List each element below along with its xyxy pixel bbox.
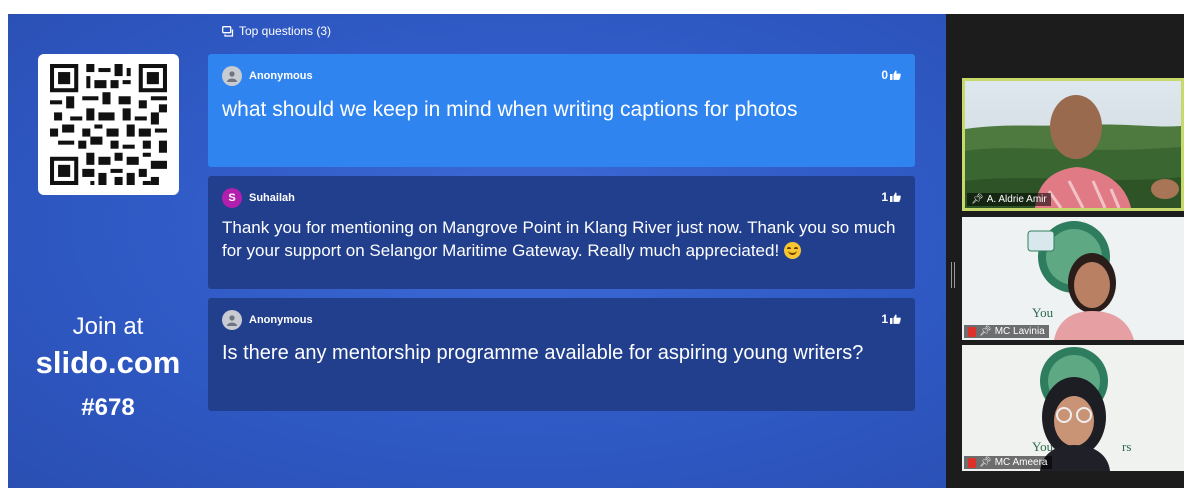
svg-text:rs: rs xyxy=(1122,439,1131,454)
participant-name-tag: 📌︎ A. Aldrie Amir xyxy=(967,193,1051,206)
question-text: what should we keep in mind when writing… xyxy=(222,98,798,121)
anonymous-avatar-icon xyxy=(222,66,242,86)
pin-icon: 📌︎ xyxy=(971,194,984,205)
like-count-value: 1 xyxy=(881,312,888,326)
participant-name-tag: 📌︎ MC Ameera xyxy=(964,456,1052,469)
like-count[interactable]: 0 xyxy=(881,68,901,82)
thumbs-up-icon xyxy=(890,70,901,80)
participant-video-tile[interactable]: You 📌︎ MC Lavinia xyxy=(962,217,1184,340)
top-questions-label: Top questions (3) xyxy=(239,24,332,38)
participant-video-tile[interactable]: You rs 📌︎ MC Ameera xyxy=(962,345,1184,471)
participant-video: You xyxy=(962,217,1184,340)
qr-code xyxy=(38,54,179,195)
author-name: Anonymous xyxy=(249,314,313,326)
participant-video-tile[interactable]: 📌︎ A. Aldrie Amir xyxy=(962,78,1184,211)
pin-icon: 📌︎ xyxy=(979,326,992,337)
author-name: Anonymous xyxy=(249,70,313,82)
participant-name: MC Ameera xyxy=(994,457,1048,468)
participant-name: MC Lavinia xyxy=(994,326,1045,337)
participant-video: You rs xyxy=(962,345,1184,471)
question-card[interactable]: S Suhailah 1 Thank you for mentioning on… xyxy=(208,176,915,289)
question-author: Anonymous xyxy=(222,310,313,330)
participant-name: A. Aldrie Amir xyxy=(986,194,1047,205)
author-avatar: S xyxy=(222,188,242,208)
question-author: Anonymous xyxy=(222,66,313,86)
author-name: Suhailah xyxy=(249,192,295,204)
anonymous-avatar-icon xyxy=(222,310,242,330)
question-author: S Suhailah xyxy=(222,188,295,208)
question-body: Thank you for mentioning on Mangrove Poi… xyxy=(222,216,897,262)
top-questions-header: Top questions (3) xyxy=(222,24,331,38)
like-count-value: 0 xyxy=(881,68,888,82)
question-card[interactable]: Anonymous 1 Is there any mentorship prog… xyxy=(208,298,915,411)
qr-code-icon xyxy=(50,64,167,185)
like-count-value: 1 xyxy=(881,190,888,204)
svg-text:You: You xyxy=(1032,305,1054,320)
thumbs-up-icon xyxy=(890,192,901,202)
participant-name-tag: 📌︎ MC Lavinia xyxy=(964,325,1049,338)
mic-muted-icon xyxy=(968,326,976,337)
thumbs-up-icon xyxy=(890,314,901,324)
event-code: #678 xyxy=(81,394,135,421)
meeting-window: Join at slido.com #678 Top questions (3)… xyxy=(0,0,1184,488)
participant-video xyxy=(965,81,1181,208)
like-count[interactable]: 1 xyxy=(881,190,901,204)
pin-icon: 📌︎ xyxy=(979,457,992,468)
smiling-face-emoji-icon xyxy=(783,242,801,259)
mic-muted-icon xyxy=(968,457,976,468)
gallery-resize-handle[interactable] xyxy=(951,262,955,288)
join-at-label: Join at xyxy=(72,313,144,340)
like-count[interactable]: 1 xyxy=(881,312,901,326)
join-url[interactable]: slido.com xyxy=(8,345,208,381)
chat-bubbles-icon xyxy=(222,25,234,37)
question-text: Is there any mentorship programme availa… xyxy=(222,342,864,364)
question-card[interactable]: Anonymous 0 what should we keep in mind … xyxy=(208,54,915,167)
